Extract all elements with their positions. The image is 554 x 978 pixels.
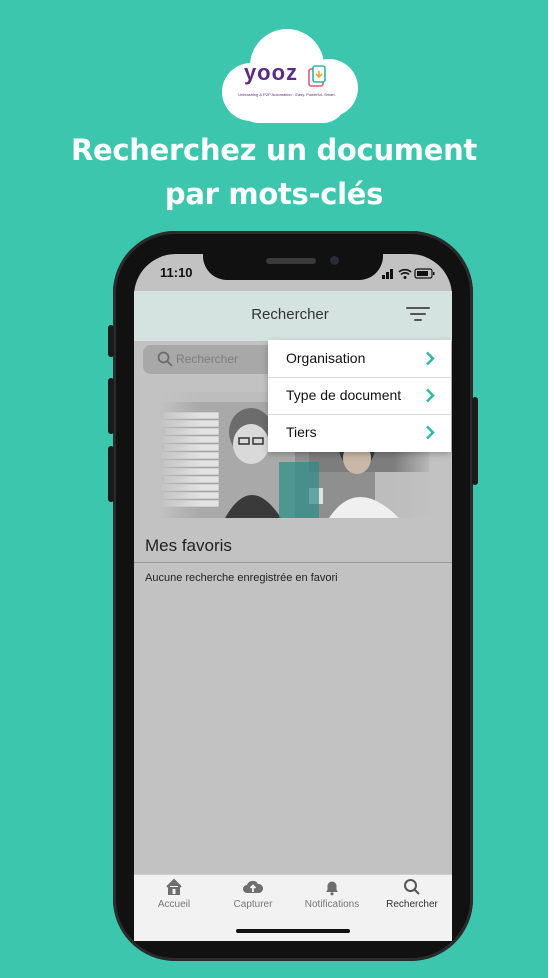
front-camera xyxy=(330,256,339,265)
logo-tagline: Unleashing & P2P Automation · Easy. Powe… xyxy=(238,92,336,97)
favorites-empty-text: Aucune recherche enregistrée en favori xyxy=(145,572,338,584)
divider xyxy=(134,562,452,563)
nav-title: Rechercher xyxy=(251,306,329,323)
mute-switch xyxy=(108,325,114,357)
tab-capturer[interactable]: Capturer xyxy=(213,876,293,910)
search-placeholder: Rechercher xyxy=(176,352,239,366)
logo-wordmark: yooz xyxy=(243,60,299,85)
menu-item-type-de-document[interactable]: Type de document xyxy=(268,377,451,415)
chevron-right-icon xyxy=(426,351,435,366)
tab-accueil[interactable]: Accueil xyxy=(134,876,214,910)
home-icon xyxy=(166,878,182,895)
tab-label: Notifications xyxy=(304,899,360,910)
search-icon xyxy=(404,879,420,895)
cloud-upload-icon xyxy=(243,880,264,893)
bell-icon xyxy=(326,881,338,896)
tab-rechercher[interactable]: Rechercher xyxy=(372,876,452,910)
tab-label: Capturer xyxy=(233,899,273,910)
tab-notifications[interactable]: Notifications xyxy=(292,876,372,910)
power-button xyxy=(472,397,478,485)
menu-item-label: Tiers xyxy=(286,424,317,440)
chevron-right-icon xyxy=(426,425,435,440)
headline-line-2: par mots-clés xyxy=(164,177,384,211)
favorites-title: Mes favoris xyxy=(145,536,232,555)
home-indicator xyxy=(236,929,350,933)
search-icon xyxy=(157,351,173,367)
page-headline: Recherchez un document par mots-clés xyxy=(0,128,548,216)
menu-item-tiers[interactable]: Tiers xyxy=(268,414,451,451)
menu-item-label: Type de document xyxy=(286,387,402,403)
tab-label: Rechercher xyxy=(386,899,438,910)
status-time: 11:10 xyxy=(160,265,193,280)
filter-icon[interactable] xyxy=(406,306,430,322)
menu-item-organisation[interactable]: Organisation xyxy=(268,340,451,378)
volume-up-button xyxy=(108,378,114,434)
chevron-right-icon xyxy=(426,388,435,403)
headline-line-1: Recherchez un document xyxy=(71,133,477,167)
phone-speaker xyxy=(266,258,316,264)
tab-label: Accueil xyxy=(157,899,191,910)
filter-dropdown-menu: Organisation Type de document Tiers xyxy=(268,340,451,452)
status-icons xyxy=(382,268,435,279)
volume-down-button xyxy=(108,446,114,502)
document-logo-icon xyxy=(308,65,326,87)
menu-item-label: Organisation xyxy=(286,350,366,366)
